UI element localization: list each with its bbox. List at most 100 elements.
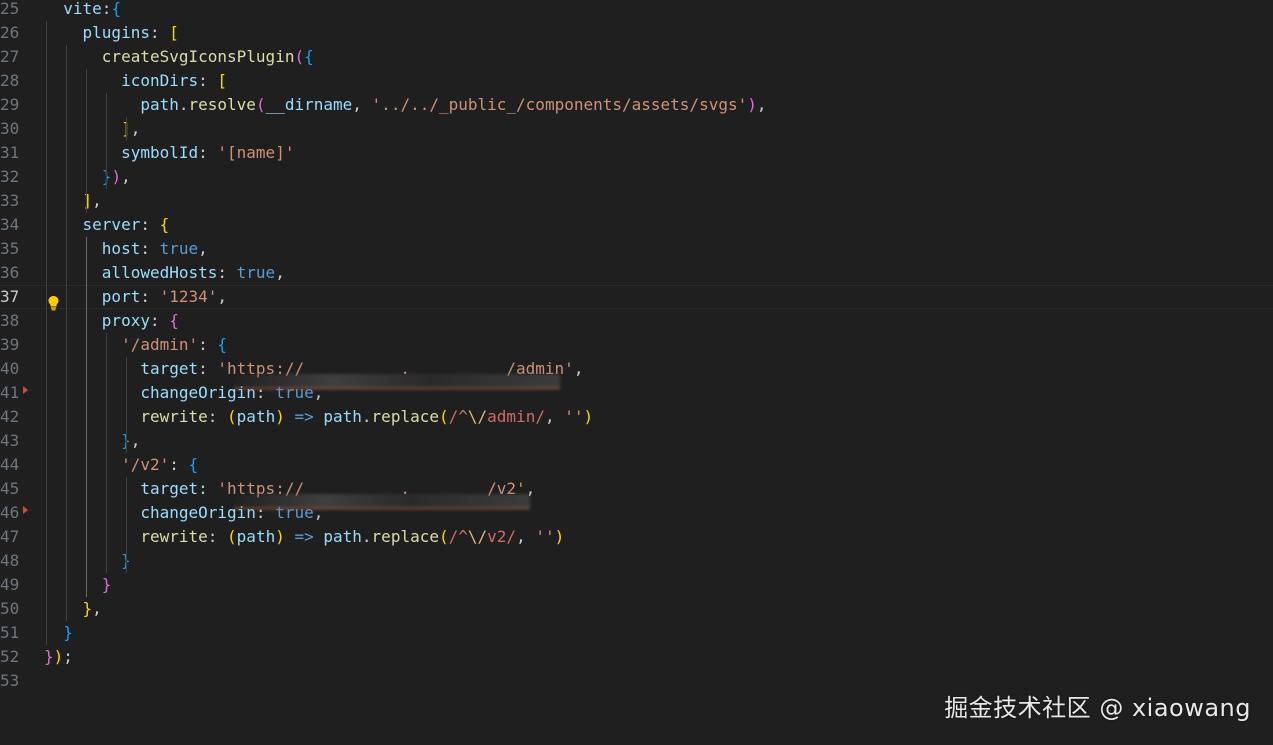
- code-text: },: [44, 597, 102, 621]
- code-line[interactable]: 46 changeOrigin: true,: [0, 501, 1273, 525]
- code-token: ,: [756, 95, 767, 114]
- code-text: symbolId: '[name]': [44, 141, 294, 165]
- code-line[interactable]: 38 proxy: {: [0, 309, 1273, 333]
- code-token: plugins: [82, 23, 150, 42]
- code-text: proxy: {: [44, 309, 179, 333]
- code-line[interactable]: 26 plugins: [: [0, 21, 1273, 45]
- code-token: :: [198, 335, 218, 354]
- code-token: :: [207, 527, 228, 546]
- code-token: .: [361, 527, 372, 546]
- lightbulb-icon[interactable]: [47, 295, 60, 311]
- code-line[interactable]: 39 '/admin': {: [0, 333, 1273, 357]
- code-editor[interactable]: 25 vite:{26 plugins: [27 createSvgIconsP…: [0, 0, 1273, 745]
- code-line[interactable]: 49 }: [0, 573, 1273, 597]
- code-token: ,: [352, 95, 372, 114]
- indent-guide: [126, 477, 127, 573]
- line-number: 34: [0, 215, 20, 234]
- line-number: 42: [0, 407, 20, 426]
- git-change-marker-icon[interactable]: [23, 386, 28, 394]
- code-line[interactable]: 25 vite:{: [0, 0, 1273, 21]
- code-token: :: [198, 71, 218, 90]
- code-line[interactable]: 27 createSvgIconsPlugin({: [0, 45, 1273, 69]
- code-line[interactable]: 50 },: [0, 597, 1273, 621]
- code-token: =>: [284, 527, 324, 546]
- line-number: 52: [0, 647, 20, 666]
- indent-guide: [106, 93, 107, 189]
- code-line[interactable]: 33 ],: [0, 189, 1273, 213]
- line-number: 25: [0, 0, 20, 18]
- code-token: path: [323, 407, 362, 426]
- code-text: createSvgIconsPlugin({: [44, 45, 314, 69]
- line-number: 28: [0, 71, 20, 90]
- code-token: resolve: [188, 95, 256, 114]
- code-line[interactable]: 30 ],: [0, 117, 1273, 141]
- code-token: ,: [130, 431, 141, 450]
- code-line[interactable]: 52});: [0, 645, 1273, 669]
- code-token: {: [111, 0, 122, 18]
- code-token: :: [149, 23, 170, 42]
- code-line[interactable]: 36 allowedHosts: true,: [0, 261, 1273, 285]
- code-token: '../../_public_/components/assets/svgs': [371, 95, 748, 114]
- watermark: 掘金技术社区 @ xiaowang: [944, 694, 1251, 722]
- line-number: 46: [0, 503, 20, 522]
- code-token: path: [323, 527, 362, 546]
- indent-guide: [46, 21, 47, 645]
- code-line[interactable]: 34 server: {: [0, 213, 1273, 237]
- code-token: ,: [544, 407, 565, 426]
- git-change-marker-icon[interactable]: [23, 506, 28, 514]
- line-number: 31: [0, 143, 20, 162]
- code-line[interactable]: 31 symbolId: '[name]': [0, 141, 1273, 165]
- code-token: [: [217, 71, 228, 90]
- code-token: :: [140, 215, 160, 234]
- code-token: host: [101, 239, 141, 258]
- code-token: path: [140, 95, 179, 114]
- code-token: .: [361, 407, 372, 426]
- code-text: });: [44, 645, 73, 669]
- code-token: {: [159, 215, 170, 234]
- code-line[interactable]: 51 }: [0, 621, 1273, 645]
- line-number: 33: [0, 191, 20, 210]
- redacted-url-blur: [234, 494, 530, 509]
- code-line[interactable]: 28 iconDirs: [: [0, 69, 1273, 93]
- code-token: rewrite: [140, 407, 208, 426]
- code-line[interactable]: 40 target: 'https:// . /admin',: [0, 357, 1273, 381]
- code-line[interactable]: 29 path.resolve(__dirname, '../../_publi…: [0, 93, 1273, 117]
- code-line[interactable]: 44 '/v2': {: [0, 453, 1273, 477]
- code-token: ): [111, 167, 122, 186]
- line-number: 27: [0, 47, 20, 66]
- code-line[interactable]: 41 changeOrigin: true,: [0, 381, 1273, 405]
- code-line[interactable]: 45 target: 'https:// . /v2',: [0, 477, 1273, 501]
- code-line[interactable]: 47 rewrite: (path) => path.replace(/^\/v…: [0, 525, 1273, 549]
- code-token: }: [82, 599, 93, 618]
- code-token: :: [149, 311, 170, 330]
- code-token: '/v2': [121, 455, 170, 474]
- code-text: }: [44, 621, 73, 645]
- line-number: 38: [0, 311, 20, 330]
- code-token: (: [438, 407, 449, 426]
- code-line[interactable]: 48 }: [0, 549, 1273, 573]
- code-token: v2/: [487, 527, 517, 546]
- code-line[interactable]: 42 rewrite: (path) => path.replace(/^\/a…: [0, 405, 1273, 429]
- line-number: 48: [0, 551, 20, 570]
- code-token: rewrite: [140, 527, 208, 546]
- code-line[interactable]: 37 port: '1234',: [0, 285, 1273, 309]
- code-token: {: [169, 311, 179, 330]
- code-text: vite:{: [44, 0, 121, 21]
- code-line[interactable]: 35 host: true,: [0, 237, 1273, 261]
- code-line[interactable]: 43 },: [0, 429, 1273, 453]
- code-token: :: [140, 287, 160, 306]
- code-line[interactable]: 32 }),: [0, 165, 1273, 189]
- line-number: 53: [0, 671, 20, 690]
- code-token: :: [198, 143, 218, 162]
